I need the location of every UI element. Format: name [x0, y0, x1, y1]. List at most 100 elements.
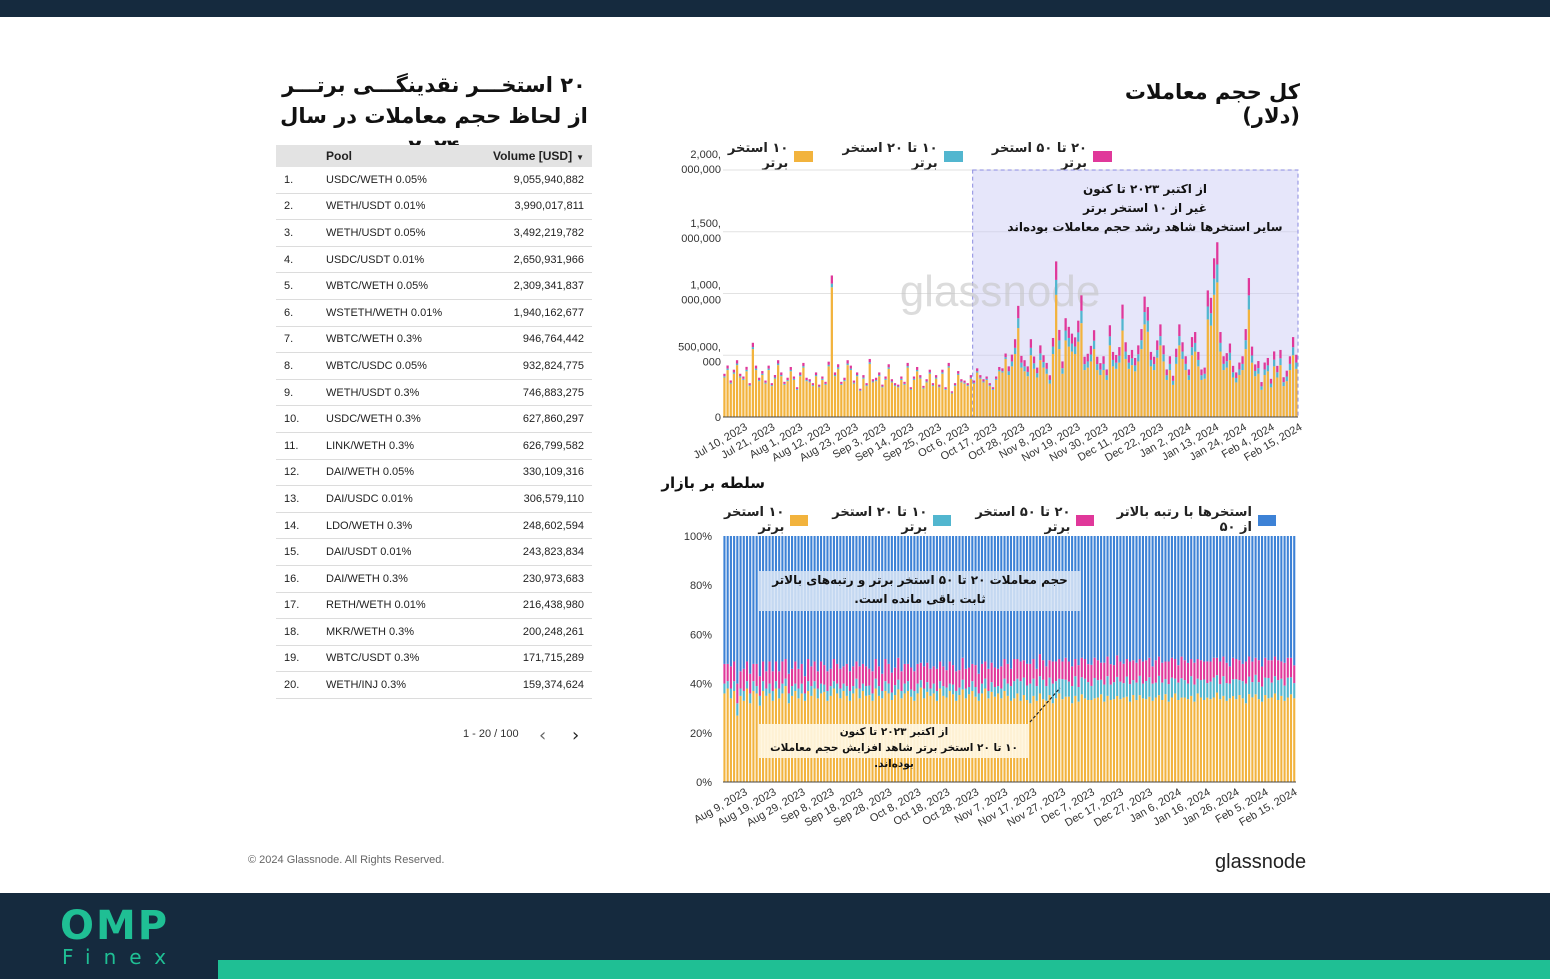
chart1-bar	[1096, 364, 1099, 371]
chart1-bar	[1168, 370, 1172, 417]
chart1-bar	[884, 378, 887, 380]
chart1-bar	[777, 360, 780, 364]
chart1-bar	[1175, 357, 1178, 364]
chart1-bar	[1165, 379, 1168, 417]
chart2-bar	[739, 671, 742, 689]
chart1-bar	[1004, 358, 1007, 417]
chart2-bar	[1109, 664, 1112, 685]
chart2-annotation-bottom-line2: ۱۰ تا ۲۰ استخر برتر شاهد افزایش حجم معام…	[770, 742, 1018, 770]
chart2-bar	[1141, 698, 1145, 782]
chart2-bar	[1277, 700, 1280, 782]
chart1-bar	[846, 360, 849, 364]
chart2-bar	[803, 676, 806, 694]
chart1-bar	[1096, 356, 1099, 365]
chart1-bar	[1080, 295, 1083, 311]
chart2-bar	[1038, 654, 1041, 677]
chart2-bar	[1283, 536, 1286, 663]
chart2-bar	[890, 692, 893, 700]
chart2-bar	[984, 661, 987, 679]
chart1-bar	[745, 371, 748, 417]
chart2-bar	[1170, 536, 1173, 658]
chart2-bar	[1129, 684, 1132, 702]
chart1-bar	[1029, 339, 1033, 348]
chart2-bar	[980, 663, 984, 684]
chart1-bar	[1206, 319, 1209, 417]
chart2-bar	[1251, 682, 1254, 698]
chart2-annotation-top-line1: حجم معاملات ۲۰ تا ۵۰ استخر برتر و رتبه‌ه…	[772, 573, 1068, 587]
chart1-bar	[1269, 387, 1273, 417]
chart1-bar	[1026, 376, 1029, 417]
chart2-bar	[1238, 536, 1241, 661]
chart2-bar	[968, 667, 971, 688]
chart1-bar	[761, 371, 764, 374]
chart2-bar	[1289, 657, 1293, 678]
chart1-bar	[1086, 361, 1089, 368]
chart2-bar	[1232, 657, 1235, 680]
chart2-bar	[791, 668, 794, 687]
chart1-bar	[1102, 363, 1105, 371]
chart1-bar	[934, 378, 938, 417]
chart1-bar	[919, 375, 922, 378]
chart2-bar	[916, 683, 919, 694]
chart2-bar	[1273, 536, 1276, 657]
chart2-bar	[1006, 683, 1009, 696]
chart2-bar	[1174, 659, 1177, 679]
chart1-bar	[754, 368, 758, 371]
chart1-bar	[1263, 375, 1266, 417]
chart1-bar	[833, 376, 837, 417]
chart1-bar	[1036, 367, 1039, 374]
chart1-bar	[1118, 347, 1121, 356]
chart1-bar	[1134, 365, 1137, 372]
chart1-bar	[1083, 370, 1086, 417]
chart1-bar	[1010, 366, 1014, 417]
chart1-bar	[925, 382, 928, 417]
chart1-bar	[1026, 366, 1029, 372]
chart1-bar	[1036, 377, 1039, 417]
chart2-bar	[839, 668, 842, 689]
chart2-bar	[755, 663, 758, 687]
chart2-bar	[1293, 536, 1296, 666]
chart1-bar	[1073, 346, 1077, 355]
chart1-bar	[1194, 342, 1197, 352]
chart1-bar	[1020, 367, 1023, 417]
chart1-bar	[862, 375, 865, 378]
chart1-bar	[1143, 296, 1146, 313]
chart1-bar	[732, 372, 736, 374]
chart2-bar	[874, 678, 877, 689]
chart2-bar	[1241, 681, 1244, 699]
chart1-bar	[748, 383, 751, 386]
chart2-bar	[842, 683, 845, 691]
chart1-bar	[818, 387, 821, 417]
chart1-bar	[1165, 375, 1168, 380]
chart2-bar	[884, 681, 887, 691]
chart1-bar	[1083, 356, 1086, 365]
chart2-bar	[810, 686, 813, 696]
chart2-bar	[1042, 699, 1045, 782]
chart1-bar	[1288, 356, 1292, 364]
chart1-bar	[1045, 368, 1048, 374]
chart1-bar	[1219, 332, 1222, 343]
chart2-bar	[1157, 656, 1161, 676]
chart1-bar	[1023, 366, 1026, 372]
chart1-bar	[742, 376, 745, 379]
chart1-bar	[1124, 342, 1127, 352]
chart2-bar	[1122, 536, 1125, 664]
chart1-bar	[1007, 366, 1010, 372]
chart2-bar	[903, 683, 906, 694]
chart1-bar	[988, 386, 991, 417]
chart2-bar	[1141, 661, 1145, 684]
chart1-bar	[1115, 362, 1118, 369]
chart1-bar	[1203, 373, 1206, 379]
chart1-bar	[1247, 309, 1251, 417]
chart2-bar	[1180, 697, 1183, 782]
chart1-bar	[1276, 372, 1279, 378]
chart1-bar	[1200, 375, 1203, 380]
chart2-bar	[1032, 695, 1035, 782]
chart2-bar	[832, 681, 835, 689]
chart2-bar	[1167, 701, 1170, 782]
chart2-bar	[1212, 697, 1215, 782]
chart1-bar	[802, 362, 805, 367]
chart2-bar	[1244, 703, 1248, 782]
chart2-bar	[1289, 536, 1293, 658]
chart1-bar	[1121, 318, 1124, 331]
